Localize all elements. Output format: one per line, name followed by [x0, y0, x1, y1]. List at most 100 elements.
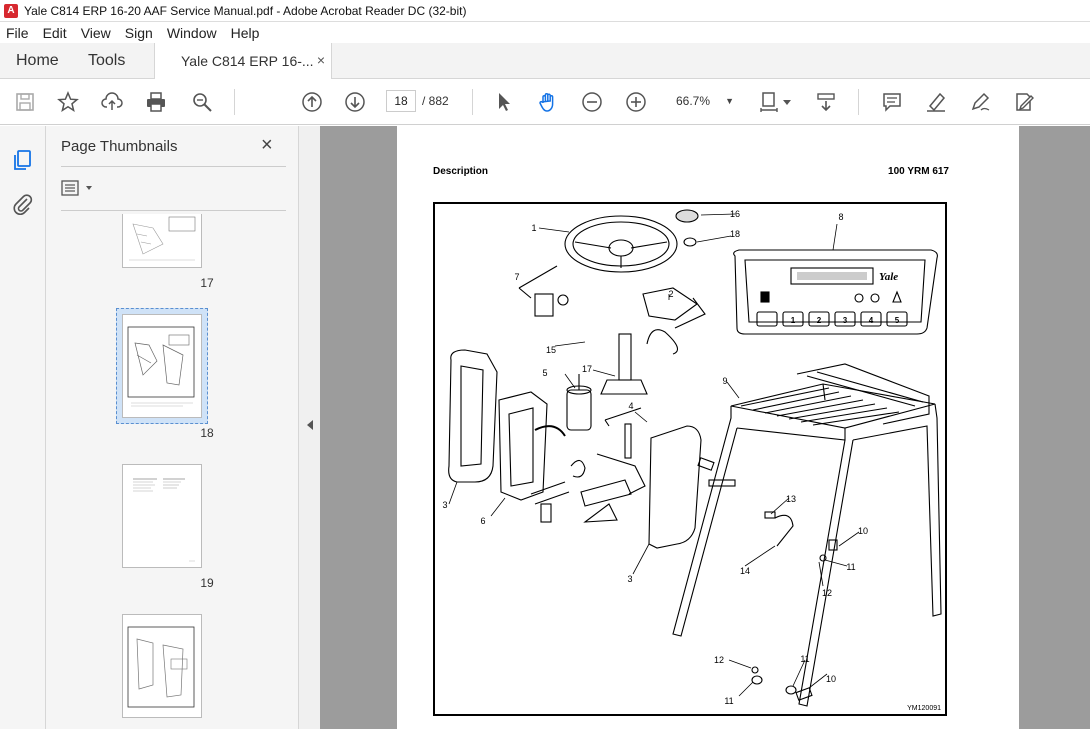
svg-text:10: 10: [858, 526, 868, 536]
zoom-level-select[interactable]: 66.7% ▼: [668, 90, 740, 112]
star-icon[interactable]: [56, 90, 80, 114]
hand-tool-icon[interactable]: [536, 90, 560, 114]
figure-code: YM120091: [907, 705, 941, 712]
thumbnail-list: 17 18 19: [46, 214, 278, 729]
highlight-pen-icon[interactable]: [924, 90, 948, 114]
close-icon[interactable]: ×: [261, 134, 273, 157]
menu-window[interactable]: Window: [167, 25, 217, 41]
svg-text:11: 11: [724, 696, 733, 706]
right-cover: [648, 425, 702, 549]
tab-close-icon[interactable]: ×: [317, 52, 325, 68]
thumbnails-panel: Page Thumbnails × 17 18 19: [46, 126, 338, 729]
tab-document[interactable]: Yale C814 ERP 16-... ×: [154, 43, 332, 79]
page-header-right: 100 YRM 617: [888, 166, 949, 177]
left-cover: [448, 349, 498, 483]
chevron-left-icon: [307, 420, 313, 430]
svg-text:8: 8: [838, 212, 843, 222]
attachment-icon[interactable]: [11, 192, 35, 216]
svg-text:9: 9: [722, 376, 727, 386]
page-header-left: Description: [433, 166, 489, 177]
comment-icon[interactable]: [880, 90, 904, 114]
svg-text:2: 2: [668, 289, 673, 299]
acrobat-icon: A: [4, 3, 18, 18]
thumbnail-label: 17: [200, 276, 214, 290]
svg-text:10: 10: [826, 674, 836, 684]
thumbnail-label: 18: [200, 426, 214, 440]
svg-text:4: 4: [628, 401, 633, 411]
svg-text:12: 12: [714, 655, 724, 665]
svg-text:3: 3: [843, 316, 848, 325]
page-thumbnail[interactable]: [122, 214, 202, 268]
svg-text:1: 1: [791, 316, 796, 325]
page-total: / 882: [422, 94, 449, 108]
document-view[interactable]: Description 100 YRM 617 Yale 1 2 3 4 5 1…: [320, 126, 1090, 729]
scroll-mode-icon[interactable]: [814, 90, 838, 114]
svg-text:4: 4: [869, 316, 874, 325]
collapse-panel-button[interactable]: [298, 126, 320, 729]
window-title: Yale C814 ERP 16-20 AAF Service Manual.p…: [24, 3, 467, 18]
chevron-down-icon[interactable]: [780, 90, 794, 114]
page-thumbnail-selected[interactable]: [122, 314, 202, 418]
divider: [61, 166, 286, 167]
fit-page-icon[interactable]: [758, 90, 782, 114]
svg-text:7: 7: [514, 272, 519, 282]
svg-text:2: 2: [817, 316, 822, 325]
exploded-parts-diagram: Yale 1 2 3 4 5 1 2 3 3 4 5 6 7 8 9 10 10…: [433, 202, 947, 716]
panel-title: Page Thumbnails: [61, 138, 178, 155]
print-icon[interactable]: [144, 90, 168, 114]
menu-view[interactable]: View: [81, 25, 111, 41]
parts-drawing: Yale 1 2 3 4 5 1 2 3 3 4 5 6 7 8 9 10 10…: [442, 209, 942, 707]
upload-cloud-icon[interactable]: [100, 90, 124, 114]
svg-text:3: 3: [627, 574, 632, 584]
toolbar: 18 / 882 66.7% ▼: [0, 79, 1090, 125]
title-bar: A Yale C814 ERP 16-20 AAF Service Manual…: [0, 0, 1090, 22]
svg-text:3: 3: [442, 500, 447, 510]
svg-text:16: 16: [730, 209, 740, 219]
zoom-search-icon[interactable]: [190, 90, 214, 114]
page-thumbnails-icon[interactable]: [11, 148, 35, 172]
menu-bar: File Edit View Sign Window Help: [0, 22, 1090, 43]
zoom-level-value: 66.7%: [676, 94, 711, 108]
svg-text:18: 18: [730, 229, 740, 239]
svg-text:11: 11: [800, 654, 809, 664]
svg-text:17: 17: [582, 364, 592, 374]
tab-tools[interactable]: Tools: [88, 52, 125, 70]
select-cursor-icon[interactable]: [492, 90, 516, 114]
motor: [566, 389, 592, 431]
page-thumbnail[interactable]: [122, 614, 202, 718]
menu-file[interactable]: File: [6, 25, 29, 41]
page-thumbnail[interactable]: [122, 464, 202, 568]
edit-document-icon[interactable]: [1012, 90, 1036, 114]
svg-text:5: 5: [542, 368, 547, 378]
next-page-icon[interactable]: [343, 90, 367, 114]
svg-text:5: 5: [895, 316, 900, 325]
steering-column: [618, 333, 632, 381]
chevron-down-icon: ▼: [725, 96, 734, 106]
tab-bar: Home Tools Yale C814 ERP 16-... ×: [0, 43, 1090, 79]
zoom-in-icon[interactable]: [624, 90, 648, 114]
menu-edit[interactable]: Edit: [43, 25, 67, 41]
toolbar-divider: [472, 89, 473, 115]
svg-text:15: 15: [546, 345, 556, 355]
svg-text:1: 1: [531, 223, 536, 233]
pdf-page: Description 100 YRM 617 Yale 1 2 3 4 5 1…: [397, 126, 1019, 729]
svg-text:6: 6: [480, 516, 485, 526]
previous-page-icon[interactable]: [300, 90, 324, 114]
svg-text:12: 12: [822, 588, 832, 598]
zoom-out-icon[interactable]: [580, 90, 604, 114]
divider: [61, 210, 286, 211]
sign-pen-icon[interactable]: [968, 90, 992, 114]
svg-text:11: 11: [846, 562, 855, 572]
thumbnail-options-button[interactable]: [61, 180, 97, 198]
menu-sign[interactable]: Sign: [125, 25, 153, 41]
page-number-input[interactable]: 18: [386, 90, 416, 112]
save-icon[interactable]: [13, 90, 37, 114]
navigation-rail: [0, 126, 46, 729]
menu-help[interactable]: Help: [231, 25, 260, 41]
tab-document-label: Yale C814 ERP 16-...: [181, 53, 314, 69]
svg-text:13: 13: [786, 494, 796, 504]
brand-logo: Yale: [879, 271, 898, 283]
tab-home[interactable]: Home: [16, 52, 59, 70]
toolbar-divider: [858, 89, 859, 115]
toolbar-divider: [234, 89, 235, 115]
